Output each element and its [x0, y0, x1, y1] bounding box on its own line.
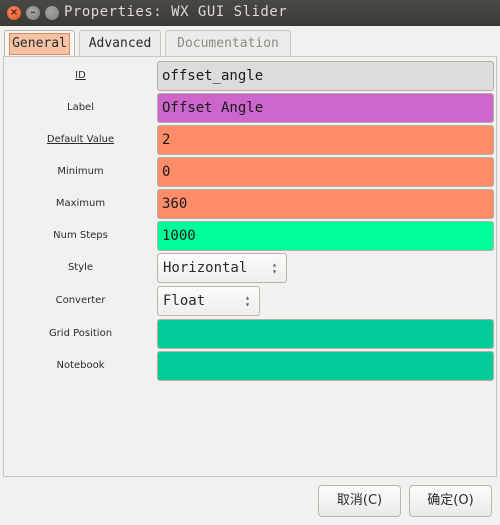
ok-button[interactable]: 确定(O) — [409, 485, 492, 517]
default-value-row: Default Value 2 — [4, 125, 496, 155]
notebook-row: Notebook — [4, 351, 496, 381]
converter-label: Converter — [55, 295, 106, 306]
notebook-field[interactable] — [157, 351, 494, 381]
num-steps-field[interactable]: 1000 — [157, 221, 494, 251]
num-steps-label: Num Steps — [53, 230, 108, 241]
chevron-updown-icon: ▴ ▾ — [245, 293, 250, 309]
window-titlebar: × – Properties: WX GUI Slider — [0, 0, 500, 26]
label-field[interactable]: Offset Angle — [157, 93, 494, 123]
minimum-label: Minimum — [57, 166, 104, 177]
id-field[interactable]: offset_angle — [157, 61, 494, 91]
minimize-icon[interactable]: – — [26, 6, 40, 20]
tab-general[interactable]: General — [4, 30, 75, 56]
tab-documentation[interactable]: Documentation — [165, 30, 291, 56]
cancel-button[interactable]: 取消(C) — [318, 485, 401, 517]
label-row: Label Offset Angle — [4, 93, 496, 123]
grid-position-row: Grid Position — [4, 319, 496, 349]
style-select-value: Horizontal — [163, 260, 248, 276]
properties-panel: ID offset_angle Label Offset Angle Defau… — [3, 56, 497, 477]
grid-position-label: Grid Position — [48, 328, 113, 339]
default-value-label: Default Value — [46, 134, 115, 145]
grid-position-field[interactable] — [157, 319, 494, 349]
id-label: ID — [75, 70, 86, 81]
num-steps-row: Num Steps 1000 — [4, 221, 496, 251]
maximize-icon[interactable] — [45, 6, 59, 20]
tab-general-label: General — [9, 33, 70, 55]
id-row: ID offset_angle — [4, 61, 496, 91]
converter-row: Converter Float ▴ ▾ — [4, 286, 496, 316]
default-value-field[interactable]: 2 — [157, 125, 494, 155]
tab-advanced[interactable]: Advanced — [79, 30, 161, 56]
maximum-label: Maximum — [55, 198, 106, 209]
maximum-row: Maximum 360 — [4, 189, 496, 219]
chevron-updown-icon: ▴ ▾ — [272, 260, 277, 276]
minimum-field[interactable]: 0 — [157, 157, 494, 187]
notebook-label: Notebook — [56, 360, 105, 371]
style-label: Style — [67, 262, 94, 273]
style-row: Style Horizontal ▴ ▾ — [4, 253, 496, 283]
style-select[interactable]: Horizontal ▴ ▾ — [157, 253, 287, 283]
maximum-field[interactable]: 360 — [157, 189, 494, 219]
converter-select[interactable]: Float ▴ ▾ — [157, 286, 260, 316]
label-label: Label — [67, 102, 94, 113]
minimum-row: Minimum 0 — [4, 157, 496, 187]
window-title: Properties: WX GUI Slider — [64, 4, 288, 20]
close-icon[interactable]: × — [7, 6, 21, 20]
converter-select-value: Float — [163, 293, 206, 309]
